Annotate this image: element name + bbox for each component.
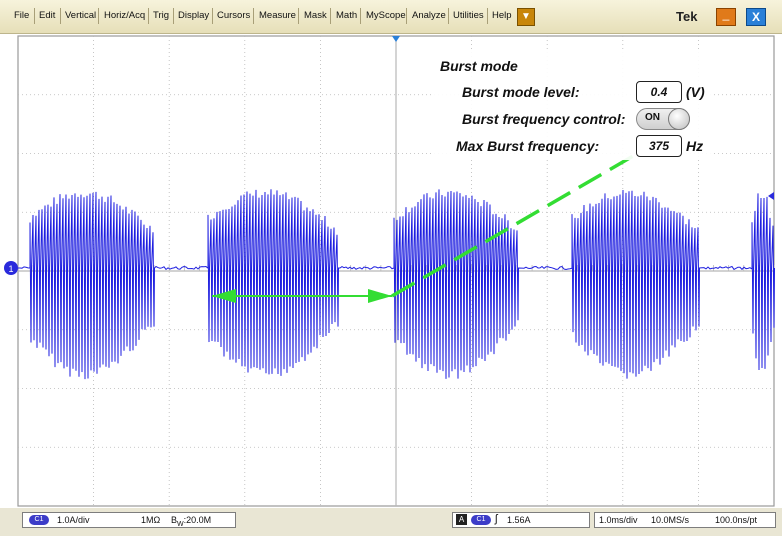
timebase: 1.0ms/div xyxy=(599,515,638,525)
timebase-readout[interactable]: 1.0ms/div 10.0MS/s 100.0ns/pt xyxy=(594,512,776,528)
burst-freq-control-label: Burst frequency control: xyxy=(462,111,626,127)
menu-math[interactable]: Math xyxy=(336,10,357,21)
trigger-a-badge: A xyxy=(456,514,467,525)
trigger-level: 1.56A xyxy=(507,515,531,525)
menu-edit[interactable]: Edit xyxy=(39,10,55,21)
menu-divider xyxy=(360,8,361,24)
vertical-scale: 1.0A/div xyxy=(57,515,90,525)
bw-value: :20.0M xyxy=(183,515,212,525)
menu-divider xyxy=(487,8,488,24)
max-burst-freq-label: Max Burst frequency: xyxy=(456,138,600,154)
menu-divider xyxy=(148,8,149,24)
menu-vertical[interactable]: Vertical xyxy=(65,10,96,21)
menu-bar: File Edit Vertical Horiz/Acq Trig Displa… xyxy=(0,0,782,34)
menu-help[interactable]: Help xyxy=(492,10,512,21)
menu-divider xyxy=(298,8,299,24)
burst-level-input[interactable]: 0.4 xyxy=(636,81,682,103)
menu-mask[interactable]: Mask xyxy=(304,10,327,21)
close-icon: X xyxy=(751,10,760,24)
menu-measure[interactable]: Measure xyxy=(259,10,296,21)
triangle-down-icon: ▼ xyxy=(521,11,531,22)
menu-horiz-acq[interactable]: Horiz/Acq xyxy=(104,10,145,21)
rising-edge-icon: ʃ xyxy=(495,513,498,525)
ch1-readout[interactable]: C1 1.0A/div 1MΩ BW:20.0M xyxy=(22,512,236,528)
toggle-knob xyxy=(668,108,690,130)
menu-file[interactable]: File xyxy=(14,10,29,21)
trigger-ch-badge: C1 xyxy=(471,515,491,525)
menu-divider xyxy=(253,8,254,24)
burst-level-value: 0.4 xyxy=(650,85,668,99)
ch1-badge: C1 xyxy=(29,515,49,525)
menu-divider xyxy=(173,8,174,24)
menu-divider xyxy=(212,8,213,24)
max-burst-freq-unit: Hz xyxy=(686,138,704,154)
burst-level-unit: (V) xyxy=(686,84,705,100)
menu-dropdown-button[interactable]: ▼ xyxy=(517,8,535,26)
menu-divider xyxy=(406,8,407,24)
burst-level-label: Burst mode level: xyxy=(462,84,580,100)
svg-text:1: 1 xyxy=(8,264,13,274)
menu-divider xyxy=(98,8,99,24)
menu-divider xyxy=(34,8,35,24)
status-bar: C1 1.0A/div 1MΩ BW:20.0M A C1 ʃ 1.56A 1.… xyxy=(0,508,782,536)
close-button[interactable]: X xyxy=(746,8,766,26)
burst-freq-toggle[interactable]: ON xyxy=(636,108,690,130)
menu-myscope[interactable]: MyScope xyxy=(366,10,406,21)
toggle-state: ON xyxy=(645,112,660,123)
input-impedance: 1MΩ xyxy=(141,515,161,525)
ch1-ground-marker[interactable]: 1 xyxy=(4,261,18,275)
minimize-button[interactable]: _ xyxy=(716,8,736,26)
minimize-icon: _ xyxy=(722,7,730,21)
burst-mode-panel: Burst mode Burst mode level: 0.4 (V) Bur… xyxy=(434,52,712,160)
menu-trig[interactable]: Trig xyxy=(153,10,169,21)
brand-logo: Tek xyxy=(676,9,698,24)
bw-sub: W xyxy=(177,520,184,528)
menu-utilities[interactable]: Utilities xyxy=(453,10,484,21)
max-burst-freq-value: 375 xyxy=(648,139,670,153)
trigger-readout[interactable]: A C1 ʃ 1.56A xyxy=(452,512,590,528)
sample-rate: 10.0MS/s xyxy=(651,515,690,525)
max-burst-freq-input[interactable]: 375 xyxy=(636,135,682,157)
menu-cursors[interactable]: Cursors xyxy=(217,10,250,21)
menu-divider xyxy=(330,8,331,24)
bandwidth-readout: BW:20.0M xyxy=(171,515,211,528)
menu-display[interactable]: Display xyxy=(178,10,209,21)
menu-divider xyxy=(448,8,449,24)
menu-divider xyxy=(60,8,61,24)
menu-analyze[interactable]: Analyze xyxy=(412,10,446,21)
burst-panel-title: Burst mode xyxy=(440,58,518,74)
resolution: 100.0ns/pt xyxy=(715,515,758,525)
